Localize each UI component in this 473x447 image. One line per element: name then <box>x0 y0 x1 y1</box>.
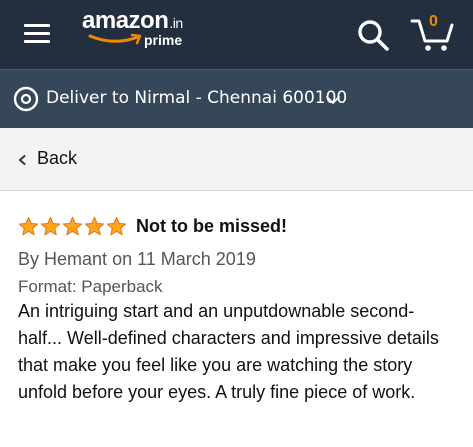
review-body: An intriguing start and an unputdownable… <box>18 301 439 402</box>
back-navigation-bar: Back <box>0 128 473 191</box>
back-button[interactable]: Back <box>10 138 90 180</box>
search-icon[interactable] <box>356 18 390 52</box>
delivery-address-text: Deliver to Nirmal - Chennai 600100 <box>46 88 348 108</box>
delivery-location-bar[interactable]: Deliver to Nirmal - Chennai 600100 <box>0 69 473 128</box>
top-header: amazon.in prime 0 <box>0 0 473 69</box>
logo-text: amazon <box>82 7 169 34</box>
star-icon <box>62 216 83 236</box>
review-byline: By Hemant on 11 March 2019 <box>18 249 455 270</box>
star-icon <box>18 216 39 236</box>
smile-arrow-icon <box>88 33 142 45</box>
location-pin-icon <box>13 86 39 112</box>
by-label: By <box>18 249 40 269</box>
star-icon <box>40 216 61 236</box>
star-icon <box>106 216 127 236</box>
hamburger-menu-icon[interactable] <box>24 24 50 44</box>
review-title: Not to be missed! <box>136 215 288 236</box>
back-label: Back <box>37 148 78 168</box>
chevron-down-icon <box>326 96 340 105</box>
review-author[interactable]: Hemant <box>44 249 107 269</box>
logo-prime: prime <box>144 32 183 48</box>
amazon-logo[interactable]: amazon.in prime <box>82 7 183 49</box>
logo-tld: .in <box>169 15 183 31</box>
review-header: Not to be missed! <box>18 213 455 239</box>
review-format: Format: Paperback <box>18 277 163 296</box>
customer-review: Not to be missed! By Hemant on 11 March … <box>0 191 473 406</box>
chevron-left-icon <box>19 155 26 165</box>
cart-button[interactable]: 0 <box>410 13 456 53</box>
star-icon <box>84 216 105 236</box>
review-date: on 11 March 2019 <box>112 249 256 269</box>
star-rating <box>18 216 128 236</box>
cart-count: 0 <box>429 13 438 30</box>
